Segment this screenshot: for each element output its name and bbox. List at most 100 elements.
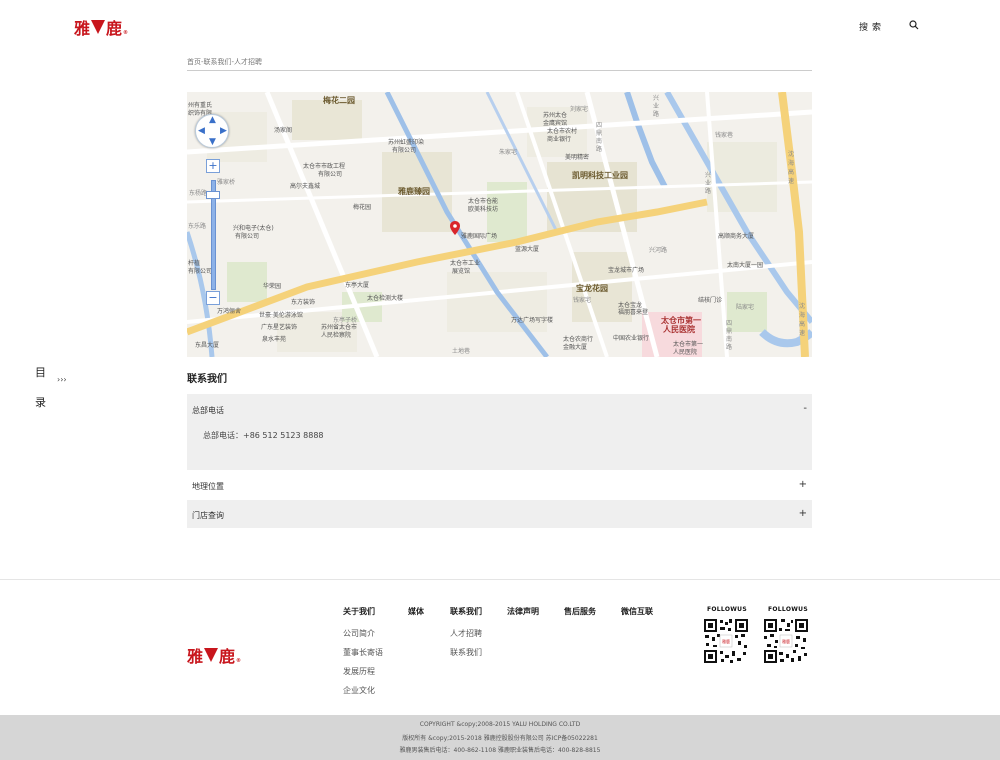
- map-label: 有限公司: [318, 171, 343, 178]
- zoom-out-button[interactable]: −: [206, 291, 220, 305]
- map-label: 有限公司: [235, 233, 260, 240]
- accordion-label: 地理位置: [192, 482, 224, 491]
- map-label: 金融大厦: [563, 344, 588, 351]
- brand-logo[interactable]: 雅 鹿 ®: [74, 15, 128, 39]
- map-label: 美明精密: [565, 154, 590, 161]
- map-label: 太仓市仓能: [468, 198, 499, 205]
- map-label: 刘家宅: [570, 106, 589, 113]
- map-label: 雅鹿臻园: [398, 187, 430, 196]
- map-label: 高尔夫鑫城: [290, 183, 321, 190]
- map-label: 中国农业银行: [613, 335, 650, 342]
- side-directory-toggle[interactable]: 目 录: [35, 358, 49, 418]
- search-icon[interactable]: [909, 20, 919, 30]
- map-label: 太仓市市政工程: [303, 163, 346, 170]
- accordion-store-finder[interactable]: 门店查询 +: [187, 500, 812, 528]
- logo-char-left: 雅: [187, 647, 204, 666]
- hq-phone-text: 总部电话：+86 512 5123 8888: [203, 431, 324, 440]
- chevron-right-icon[interactable]: ›››: [57, 375, 67, 384]
- collapse-icon[interactable]: -: [803, 403, 807, 414]
- location-pin-icon[interactable]: [450, 221, 460, 235]
- footer-link[interactable]: 人才招聘: [450, 628, 482, 639]
- pan-left-icon[interactable]: ◀: [198, 127, 205, 136]
- map-label: 有限公司: [392, 147, 417, 154]
- map-label: 苏州省太仓市: [321, 324, 358, 331]
- map-label: 沈海高速: [788, 151, 795, 185]
- map-label: 太仓市农村: [547, 128, 578, 135]
- search-link[interactable]: 搜索: [859, 20, 885, 33]
- breadcrumb-divider: [187, 70, 812, 71]
- map-label: 梅花二园: [323, 96, 355, 105]
- footer-link[interactable]: 发展历程: [343, 666, 375, 677]
- map-label: 东亭大厦: [345, 282, 370, 289]
- map-label: 朱家宅: [499, 149, 518, 156]
- logo-char-left: 雅: [74, 19, 91, 38]
- copyright-line: COPYRIGHT &copy;2008-2015 YALU HOLDING C…: [419, 721, 581, 728]
- follow-label: FOLLOWUS: [768, 606, 808, 613]
- footer-link[interactable]: 公司简介: [343, 628, 375, 639]
- map-label: 汤家阁: [274, 127, 293, 134]
- map-label: 太仓农商行: [563, 336, 594, 343]
- map-label: 太南大厦一园: [727, 262, 764, 269]
- qr-code-icon: 雅鹿: [703, 618, 749, 664]
- footer-col-contact[interactable]: 联系我们: [450, 606, 482, 617]
- accordion-hq-phone[interactable]: 总部电话 - 总部电话：+86 512 5123 8888: [187, 394, 812, 470]
- location-map[interactable]: 梅花二园 州有重氏 织饰有限 汤家阁 苏州虹盛印染 有限公司 苏州太仓 金鹰宾馆…: [187, 92, 812, 357]
- pan-down-icon[interactable]: ▼: [209, 138, 216, 147]
- qr-center-logo: 雅鹿: [782, 638, 790, 644]
- icp-line[interactable]: 版权所有 &copy;2015-2018 雅鹿控股股份有限公司 苏ICP备050…: [0, 733, 1000, 742]
- map-label: 梅花园: [353, 204, 372, 211]
- logo-registered: ®: [123, 30, 129, 36]
- map-label: 蓝源大厦: [515, 246, 540, 253]
- map-label: 钱家宅: [573, 297, 592, 304]
- logo-char-right: 鹿: [219, 647, 236, 666]
- map-label: 土地巷: [452, 348, 471, 355]
- footer-logo[interactable]: 雅 鹿 ®: [187, 643, 241, 667]
- map-label: 东乐路: [188, 223, 207, 230]
- map-label: 泉水丰苑: [262, 336, 287, 343]
- map-pan-control[interactable]: ▲ ▼ ◀ ▶: [195, 114, 229, 148]
- map-label: 人民医院: [673, 349, 698, 356]
- map-label: 四鼎南路: [726, 320, 733, 351]
- map-label: 兴河路: [649, 247, 668, 254]
- footer-col-media[interactable]: 媒体: [408, 606, 424, 617]
- follow-label: FOLLOWUS: [707, 606, 747, 613]
- map-label: 万达广场写字楼: [511, 317, 554, 324]
- expand-icon[interactable]: +: [799, 508, 807, 519]
- map-label: 太仓检测大楼: [367, 295, 404, 302]
- map-label: 苏州虹盛印染: [388, 139, 425, 146]
- map-label: 展览馆: [452, 268, 471, 275]
- accordion-label: 总部电话: [192, 406, 224, 415]
- footer-col-about[interactable]: 关于我们: [343, 606, 375, 617]
- map-label: 人民检察院: [321, 332, 352, 339]
- map-label: 雅鹿国际广场: [461, 233, 498, 240]
- map-label: 太仓市工业: [450, 260, 481, 267]
- map-label: 福朋喜来登: [618, 309, 649, 316]
- map-label: 州有重氏: [188, 102, 213, 109]
- breadcrumb[interactable]: 首页-联系我们-人才招聘: [187, 57, 262, 67]
- map-label: 雅家桥: [217, 179, 236, 186]
- map-label: 万鸿俪舍: [217, 308, 242, 315]
- footer-divider: [0, 579, 1000, 580]
- map-label: 商业银行: [547, 136, 572, 143]
- footer-col-wechat[interactable]: 微信互联: [621, 606, 653, 617]
- zoom-in-button[interactable]: +: [206, 159, 220, 173]
- footer-link[interactable]: 联系我们: [450, 647, 482, 658]
- expand-icon[interactable]: +: [799, 479, 807, 490]
- map-label: 华荣园: [263, 283, 282, 290]
- footer-link[interactable]: 董事长寄语: [343, 647, 383, 658]
- accordion-location[interactable]: 地理位置 +: [187, 472, 812, 499]
- copyright-band: COPYRIGHT &copy;2008-2015 YALU HOLDING C…: [0, 715, 1000, 760]
- map-label: 兴和电子(太仓): [233, 225, 274, 232]
- pan-up-icon[interactable]: ▲: [209, 116, 216, 125]
- footer-col-service[interactable]: 售后服务: [564, 606, 596, 617]
- footer-link[interactable]: 企业文化: [343, 685, 375, 696]
- footer-col-legal[interactable]: 法律声明: [507, 606, 539, 617]
- pan-right-icon[interactable]: ▶: [220, 127, 227, 136]
- map-label: 东杨路: [189, 190, 208, 197]
- logo-v-mark: [91, 20, 106, 34]
- map-label: 苏州太仓: [543, 112, 568, 119]
- zoom-slider-handle[interactable]: [206, 191, 220, 199]
- map-label: 东昌大厦: [195, 342, 220, 349]
- map-label: 结核门诊: [698, 297, 723, 304]
- map-label: 钱家巷: [715, 132, 734, 139]
